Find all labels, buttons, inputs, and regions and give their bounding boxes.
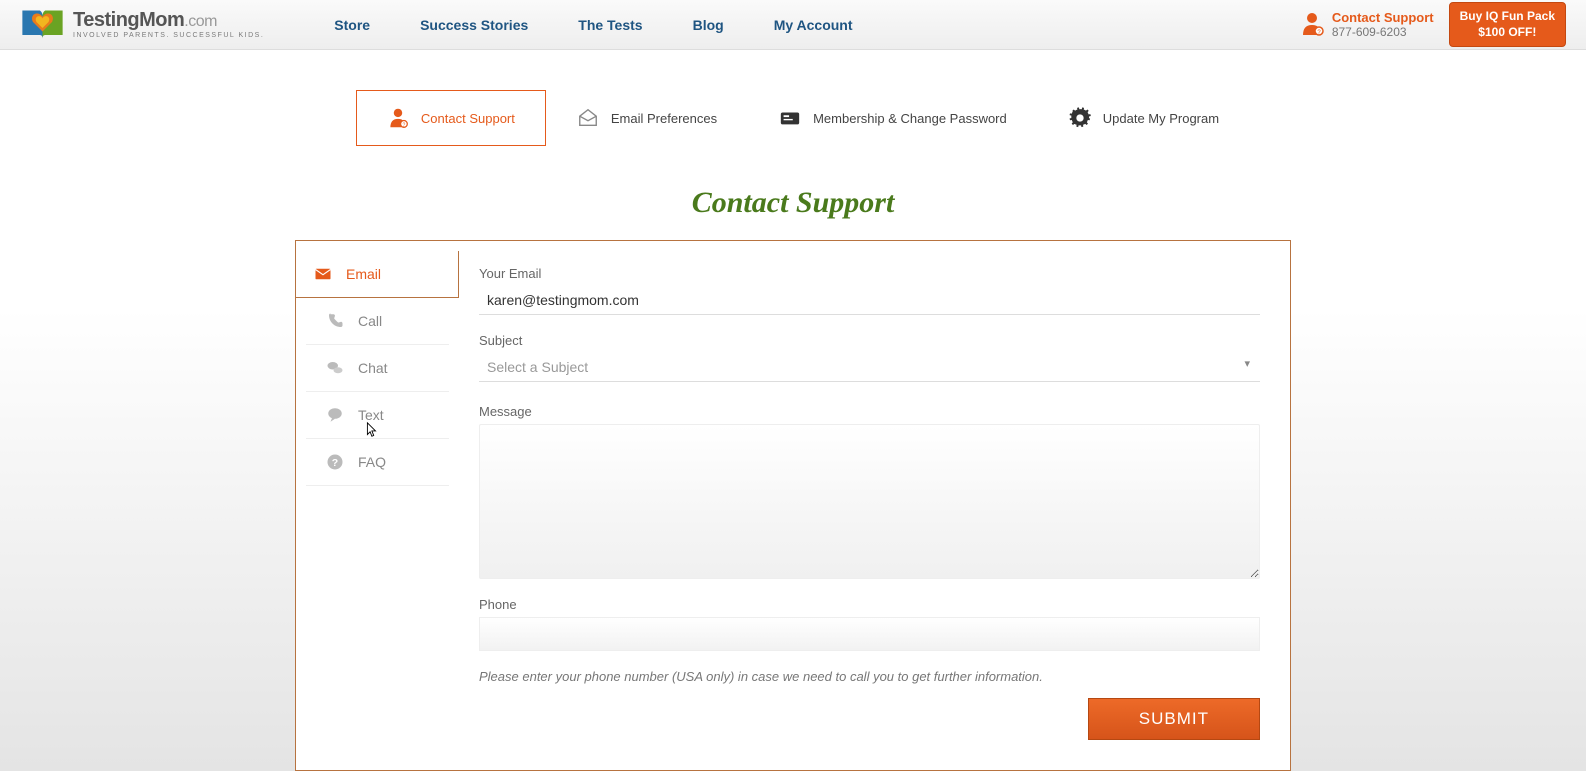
sidebar-item-label: Chat <box>358 360 388 376</box>
sidebar-item-faq[interactable]: ? FAQ <box>306 439 449 486</box>
sidebar-item-call[interactable]: Call <box>306 298 449 345</box>
contact-support-link[interactable]: ? Contact Support 877-609-6203 <box>1300 10 1434 40</box>
phone-help-text: Please enter your phone number (USA only… <box>479 669 1260 684</box>
account-tabs: ? Contact Support Email Preferences Memb… <box>173 90 1433 146</box>
tab-contact-support[interactable]: ? Contact Support <box>356 90 546 146</box>
contact-label: Contact Support <box>1332 10 1434 26</box>
envelope-icon <box>314 265 332 283</box>
tab-label: Contact Support <box>421 111 515 126</box>
email-field[interactable] <box>479 286 1260 315</box>
nav-success-stories[interactable]: Success Stories <box>420 17 528 33</box>
tab-label: Update My Program <box>1103 111 1219 126</box>
buy-iq-fun-pack-button[interactable]: Buy IQ Fun Pack $100 OFF! <box>1449 2 1566 47</box>
nav-my-account[interactable]: My Account <box>774 17 853 33</box>
contact-methods-sidebar: Email Call Chat Text ? FAQ <box>296 241 459 770</box>
brand-tagline: INVOLVED PARENTS. SUCCESSFUL KIDS. <box>73 32 264 39</box>
email-form: Your Email Subject Select a Subject Mess… <box>459 241 1290 770</box>
sidebar-item-email[interactable]: Email <box>296 251 459 298</box>
svg-text:?: ? <box>402 122 405 128</box>
subject-select[interactable]: Select a Subject <box>479 353 1260 382</box>
brand-main: TestingMom <box>73 9 184 31</box>
phone-label: Phone <box>479 597 1260 612</box>
nav-blog[interactable]: Blog <box>693 17 724 33</box>
nav-the-tests[interactable]: The Tests <box>578 17 642 33</box>
header-right: ? Contact Support 877-609-6203 Buy IQ Fu… <box>1300 2 1566 47</box>
email-label: Your Email <box>479 266 1260 281</box>
contact-panel: Email Call Chat Text ? FAQ Your Email <box>295 240 1291 771</box>
submit-button[interactable]: SUBMIT <box>1088 698 1260 740</box>
svg-text:?: ? <box>332 457 338 469</box>
sidebar-item-label: Email <box>346 266 381 282</box>
main-nav: Store Success Stories The Tests Blog My … <box>334 17 852 33</box>
sidebar-item-label: Call <box>358 313 382 329</box>
header-bar: TestingMom.com INVOLVED PARENTS. SUCCESS… <box>0 0 1586 50</box>
tab-label: Membership & Change Password <box>813 111 1007 126</box>
message-textarea[interactable] <box>479 424 1260 579</box>
logo-text: TestingMom.com INVOLVED PARENTS. SUCCESS… <box>73 10 264 39</box>
question-circle-icon: ? <box>326 453 344 471</box>
speech-icon <box>326 406 344 424</box>
tab-label: Email Preferences <box>611 111 717 126</box>
message-label: Message <box>479 404 1260 419</box>
gear-icon <box>1069 107 1091 129</box>
book-heart-icon <box>20 7 65 42</box>
nav-store[interactable]: Store <box>334 17 370 33</box>
tab-membership-password[interactable]: Membership & Change Password <box>748 90 1038 146</box>
sidebar-item-label: Text <box>358 407 384 423</box>
tab-update-program[interactable]: Update My Program <box>1038 90 1250 146</box>
sidebar-item-label: FAQ <box>358 454 386 470</box>
support-person-icon: ? <box>1300 11 1324 37</box>
brand-suffix: .com <box>184 13 217 30</box>
subject-label: Subject <box>479 333 1260 348</box>
support-person-icon: ? <box>387 107 409 129</box>
site-logo[interactable]: TestingMom.com INVOLVED PARENTS. SUCCESS… <box>20 7 264 42</box>
contact-phone: 877-609-6203 <box>1332 25 1434 39</box>
tab-email-preferences[interactable]: Email Preferences <box>546 90 748 146</box>
chat-bubbles-icon <box>326 359 344 377</box>
sidebar-item-text[interactable]: Text <box>306 392 449 439</box>
phone-field[interactable] <box>479 617 1260 651</box>
phone-icon <box>326 312 344 330</box>
id-card-icon <box>779 107 801 129</box>
page-title: Contact Support <box>153 186 1433 220</box>
sidebar-item-chat[interactable]: Chat <box>306 345 449 392</box>
envelope-open-icon <box>577 107 599 129</box>
page-content: ? Contact Support Email Preferences Memb… <box>153 50 1433 771</box>
